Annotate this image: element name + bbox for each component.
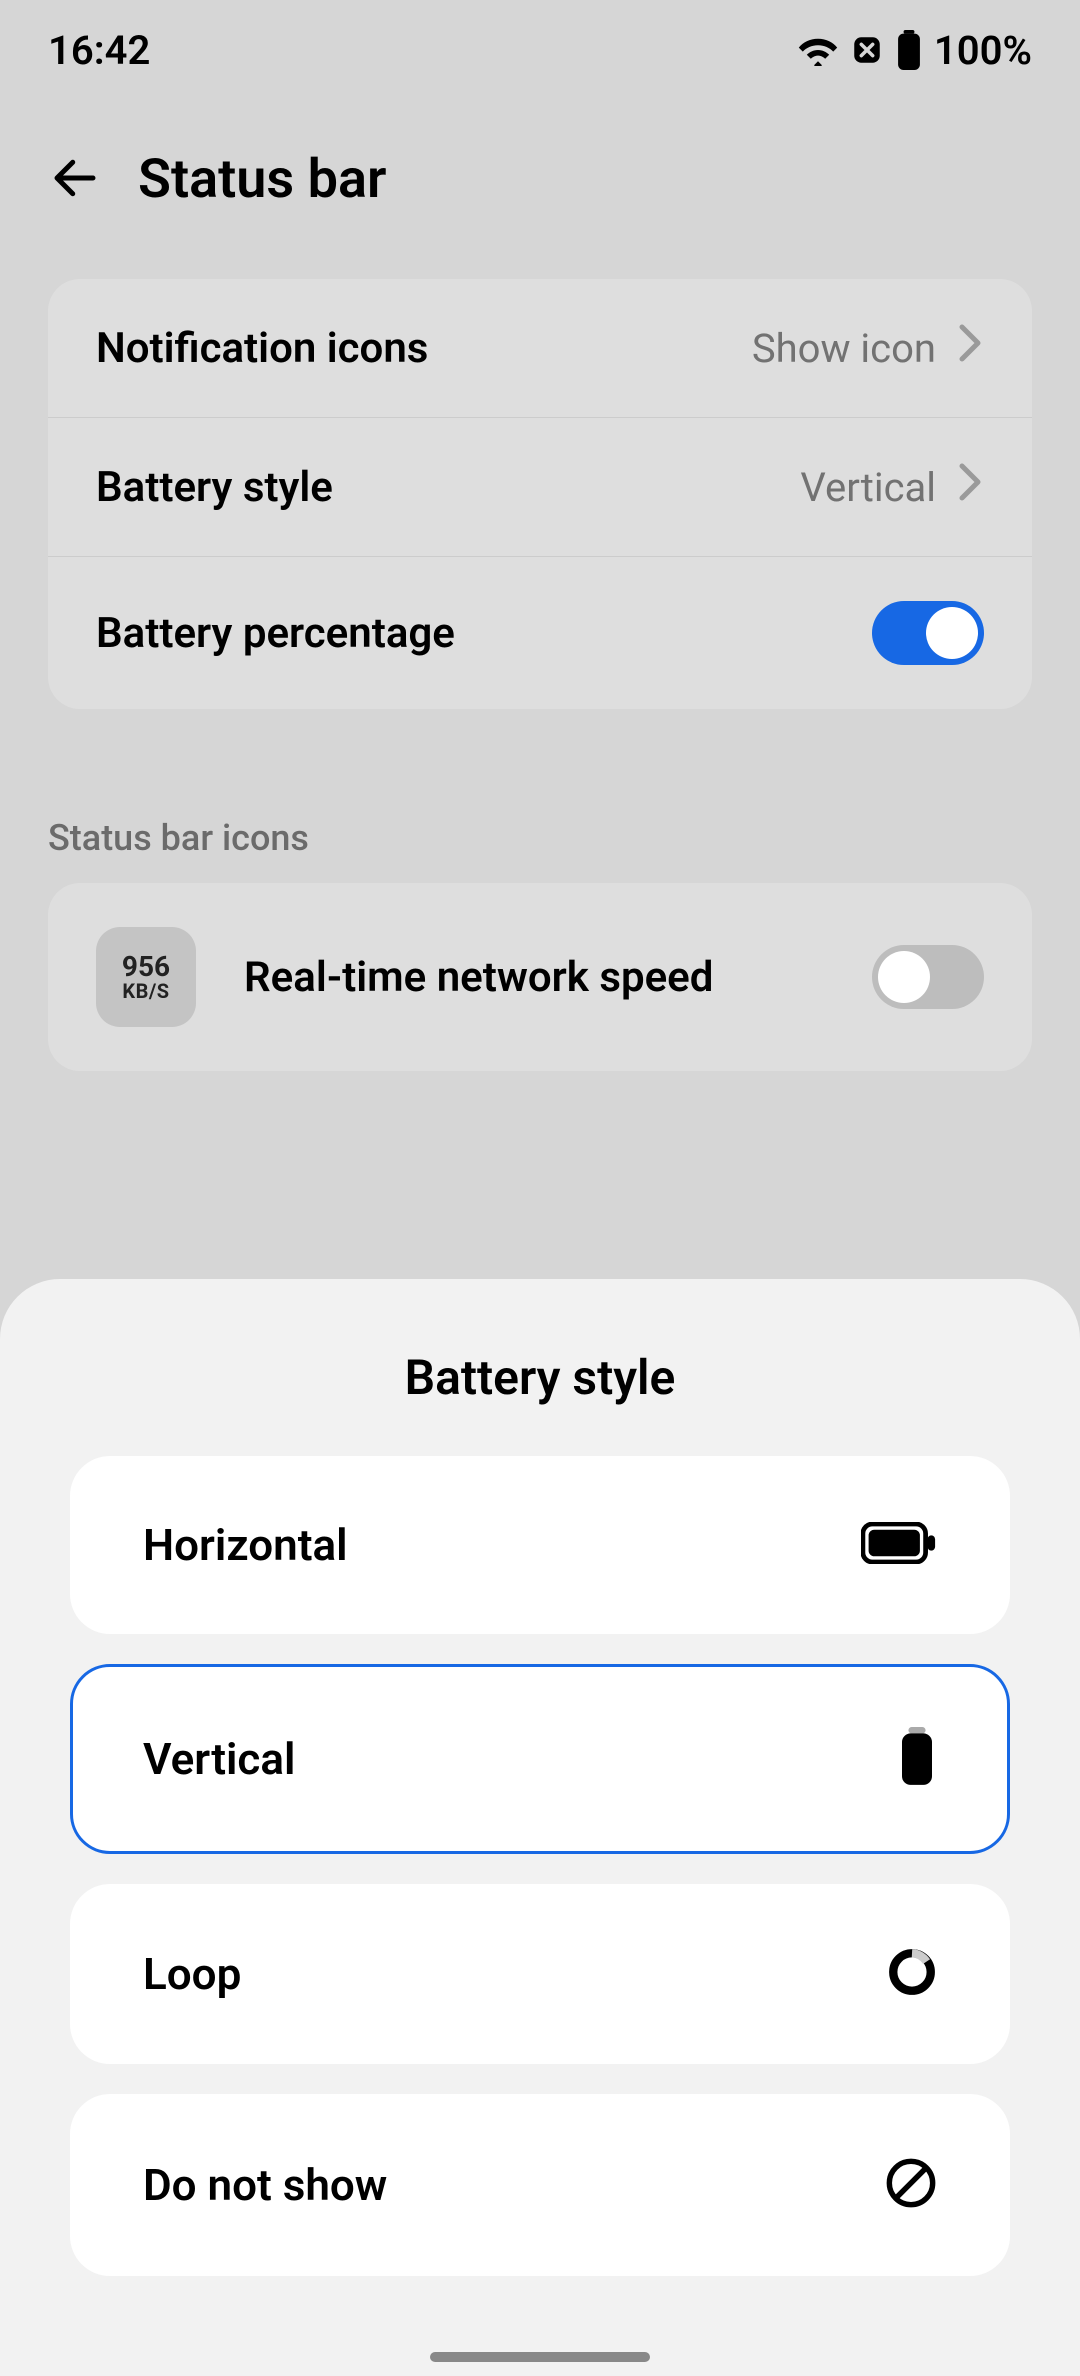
- option-label: Horizontal: [143, 1519, 348, 1571]
- sheet-title: Battery style: [0, 1349, 1080, 1406]
- option-label: Vertical: [143, 1733, 295, 1785]
- icon-text-bottom: KB/S: [122, 981, 169, 1002]
- option-do-not-show[interactable]: Do not show: [70, 2094, 1010, 2276]
- battery-vertical-icon: [896, 30, 922, 70]
- settings-card-1: Notification icons Show icon Battery sty…: [48, 279, 1032, 709]
- row-label: Battery style: [96, 463, 333, 512]
- option-label: Loop: [143, 1948, 241, 2000]
- page-title: Status bar: [138, 148, 386, 211]
- settings-card-2: 956 KB/S Real-time network speed: [48, 883, 1032, 1071]
- prohibit-icon: [885, 2157, 937, 2213]
- toggle-network-speed[interactable]: [872, 945, 984, 1009]
- row-battery-percentage[interactable]: Battery percentage: [48, 556, 1032, 709]
- battery-style-sheet: Battery style Horizontal Vertical Loop D…: [0, 1279, 1080, 2376]
- home-indicator[interactable]: [430, 2352, 650, 2362]
- option-label: Do not show: [143, 2159, 387, 2211]
- battery-horizontal-icon: [861, 1522, 937, 1568]
- option-horizontal[interactable]: Horizontal: [70, 1456, 1010, 1634]
- battery-loop-icon: [887, 1947, 937, 2001]
- back-arrow-icon[interactable]: [48, 151, 102, 209]
- row-notification-icons[interactable]: Notification icons Show icon: [48, 279, 1032, 417]
- system-status-bar: 16:42 100%: [0, 0, 1080, 100]
- icon-text-top: 956: [122, 952, 170, 981]
- card-x-icon: [850, 33, 884, 67]
- status-icons: 100%: [798, 27, 1032, 74]
- network-speed-icon: 956 KB/S: [96, 927, 196, 1027]
- option-loop[interactable]: Loop: [70, 1884, 1010, 2064]
- battery-vertical-icon: [897, 1727, 937, 1791]
- chevron-right-icon: [956, 462, 984, 512]
- chevron-right-icon: [956, 323, 984, 373]
- section-header: Status bar icons: [0, 757, 1080, 883]
- option-vertical[interactable]: Vertical: [70, 1664, 1010, 1854]
- battery-percentage-text: 100%: [934, 27, 1032, 74]
- row-label: Battery percentage: [96, 609, 455, 658]
- toggle-battery-percentage[interactable]: [872, 601, 984, 665]
- row-value: Vertical: [800, 464, 936, 511]
- row-value: Show icon: [752, 325, 936, 372]
- row-label: Notification icons: [96, 324, 428, 373]
- status-time: 16:42: [48, 27, 150, 74]
- page-header: Status bar: [0, 100, 1080, 259]
- row-battery-style[interactable]: Battery style Vertical: [48, 417, 1032, 556]
- row-label: Real-time network speed: [244, 953, 713, 1002]
- wifi-icon: [798, 34, 838, 66]
- row-network-speed[interactable]: 956 KB/S Real-time network speed: [48, 883, 1032, 1071]
